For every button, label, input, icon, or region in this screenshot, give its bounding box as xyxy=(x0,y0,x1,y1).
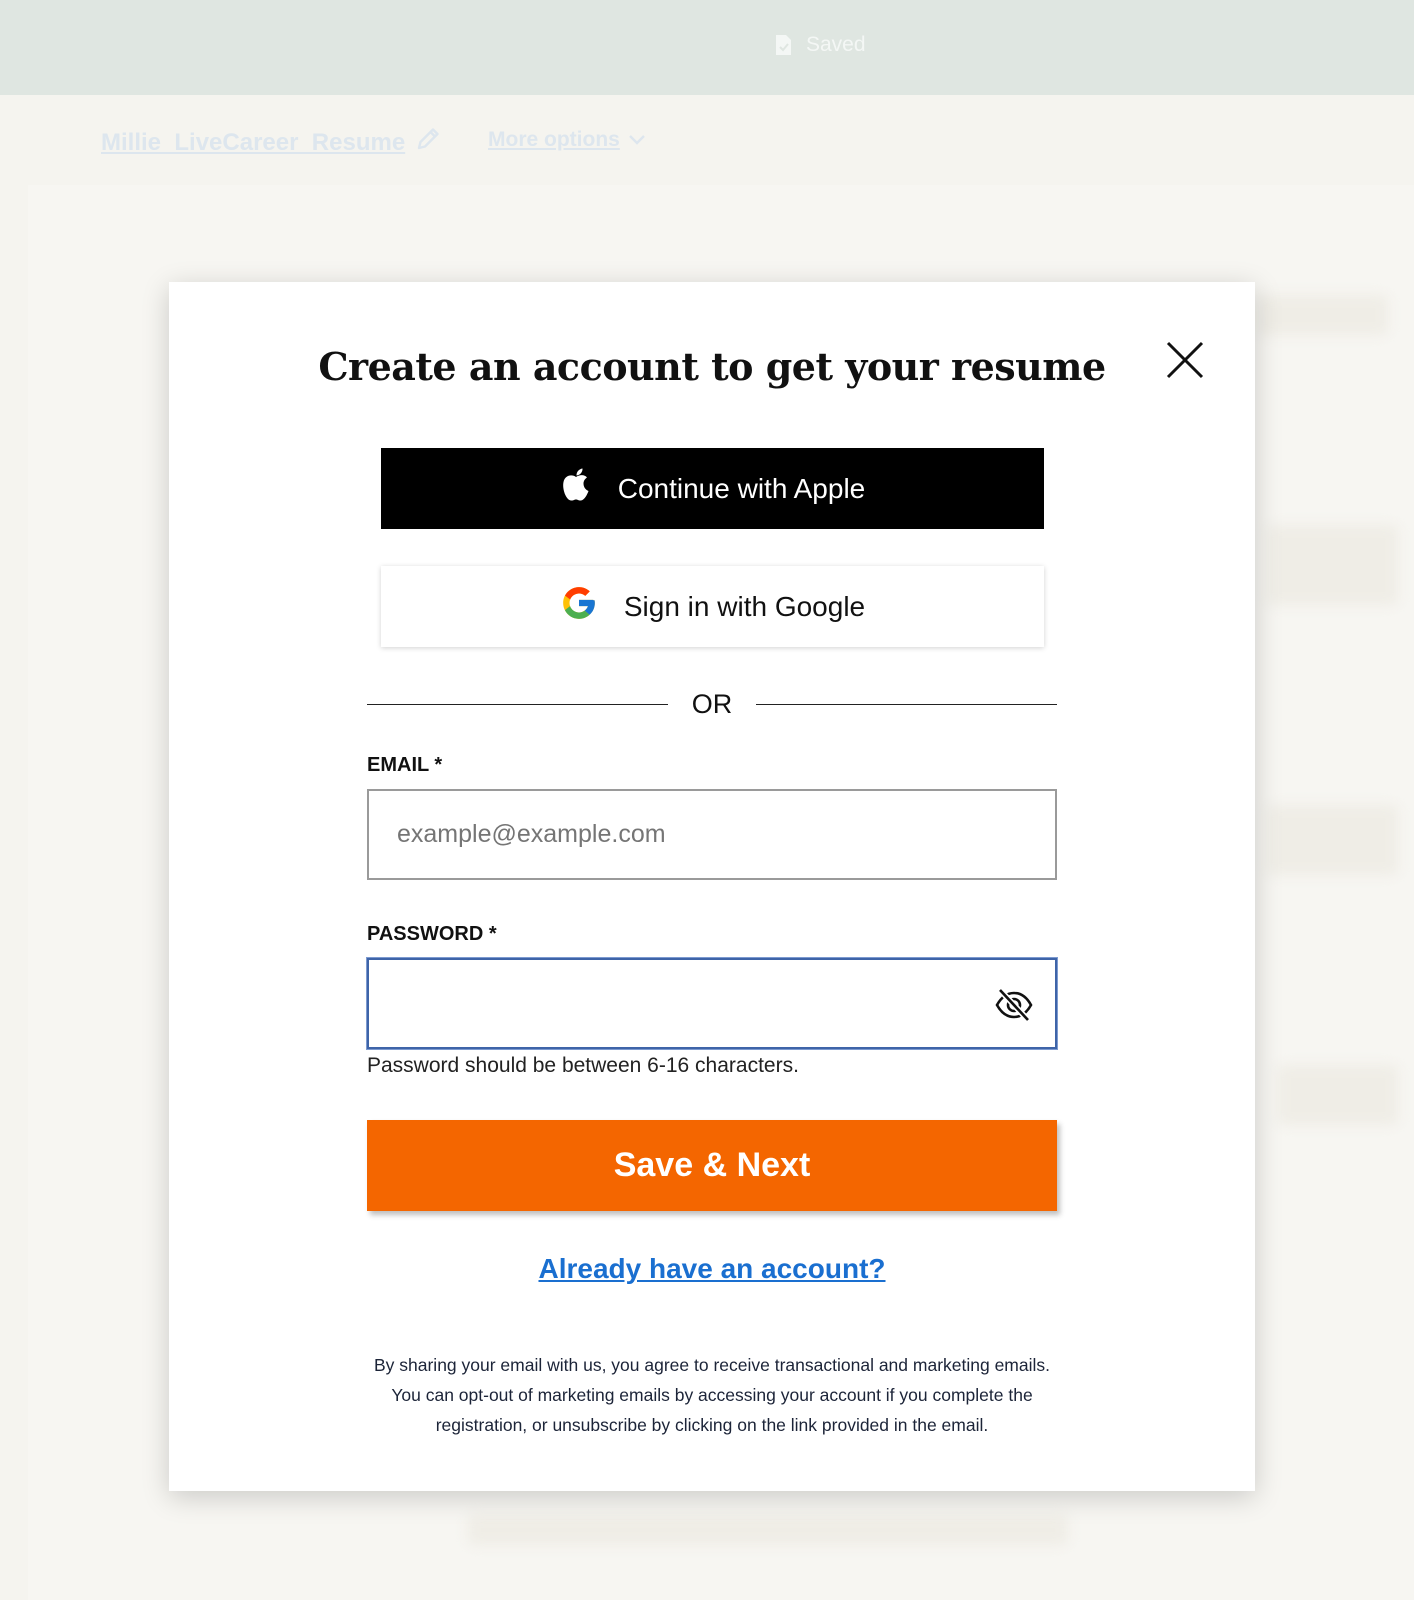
disclaimer-line: By sharing your email with us, you agree… xyxy=(373,1355,1051,1375)
disclaimer-line: You can opt-out of marketing emails by a… xyxy=(391,1385,1033,1405)
create-account-modal: Create an account to get your resume Con… xyxy=(169,282,1255,1491)
blurred-panel xyxy=(1278,1065,1398,1125)
divider-line xyxy=(367,703,668,705)
google-icon xyxy=(560,584,598,629)
close-icon[interactable] xyxy=(1165,340,1205,380)
more-options-menu[interactable]: More options xyxy=(488,128,646,152)
google-button-label: Sign in with Google xyxy=(623,590,866,622)
eye-slash-icon[interactable] xyxy=(995,987,1033,1023)
document-check-icon xyxy=(775,34,792,56)
or-label: OR xyxy=(691,688,733,719)
apple-icon xyxy=(560,467,592,510)
or-divider: OR xyxy=(367,686,1057,722)
blurred-panel xyxy=(1258,295,1388,335)
saved-status: Saved xyxy=(775,33,866,57)
email-consent-disclaimer: By sharing your email with us, you agree… xyxy=(309,1350,1115,1440)
apple-button-label: Continue with Apple xyxy=(617,472,866,504)
password-field-wrapper xyxy=(367,958,1057,1049)
sign-in-with-google-button[interactable]: Sign in with Google xyxy=(381,566,1044,647)
disclaimer-line: registration, or unsubscribe by clicking… xyxy=(435,1415,989,1435)
divider-line xyxy=(756,703,1057,705)
password-label: PASSWORD * xyxy=(367,923,497,945)
login-link-label[interactable]: Already have an account? xyxy=(538,1253,885,1284)
email-field-wrapper xyxy=(367,789,1057,880)
document-title[interactable]: Millie_LiveCareer_Resume xyxy=(101,126,441,159)
top-bar: Saved xyxy=(0,0,1414,95)
continue-with-apple-button[interactable]: Continue with Apple xyxy=(381,448,1044,529)
chevron-down-icon xyxy=(628,128,646,152)
already-have-account-link[interactable]: Already have an account? xyxy=(169,1253,1255,1285)
password-hint: Password should be between 6-16 characte… xyxy=(367,1054,799,1077)
document-title-text[interactable]: Millie_LiveCareer_Resume xyxy=(101,129,405,157)
more-options-label[interactable]: More options xyxy=(488,128,620,152)
email-label: EMAIL * xyxy=(367,754,443,776)
email-field[interactable] xyxy=(369,791,1055,878)
blurred-panel xyxy=(468,1515,1068,1545)
pencil-icon[interactable] xyxy=(415,126,441,159)
password-field[interactable] xyxy=(369,960,1055,1047)
save-and-next-button[interactable]: Save & Next xyxy=(367,1120,1057,1211)
blurred-panel xyxy=(1268,805,1398,875)
modal-title: Create an account to get your resume xyxy=(318,344,1106,389)
saved-label: Saved xyxy=(806,33,866,56)
blurred-panel xyxy=(1268,525,1398,605)
